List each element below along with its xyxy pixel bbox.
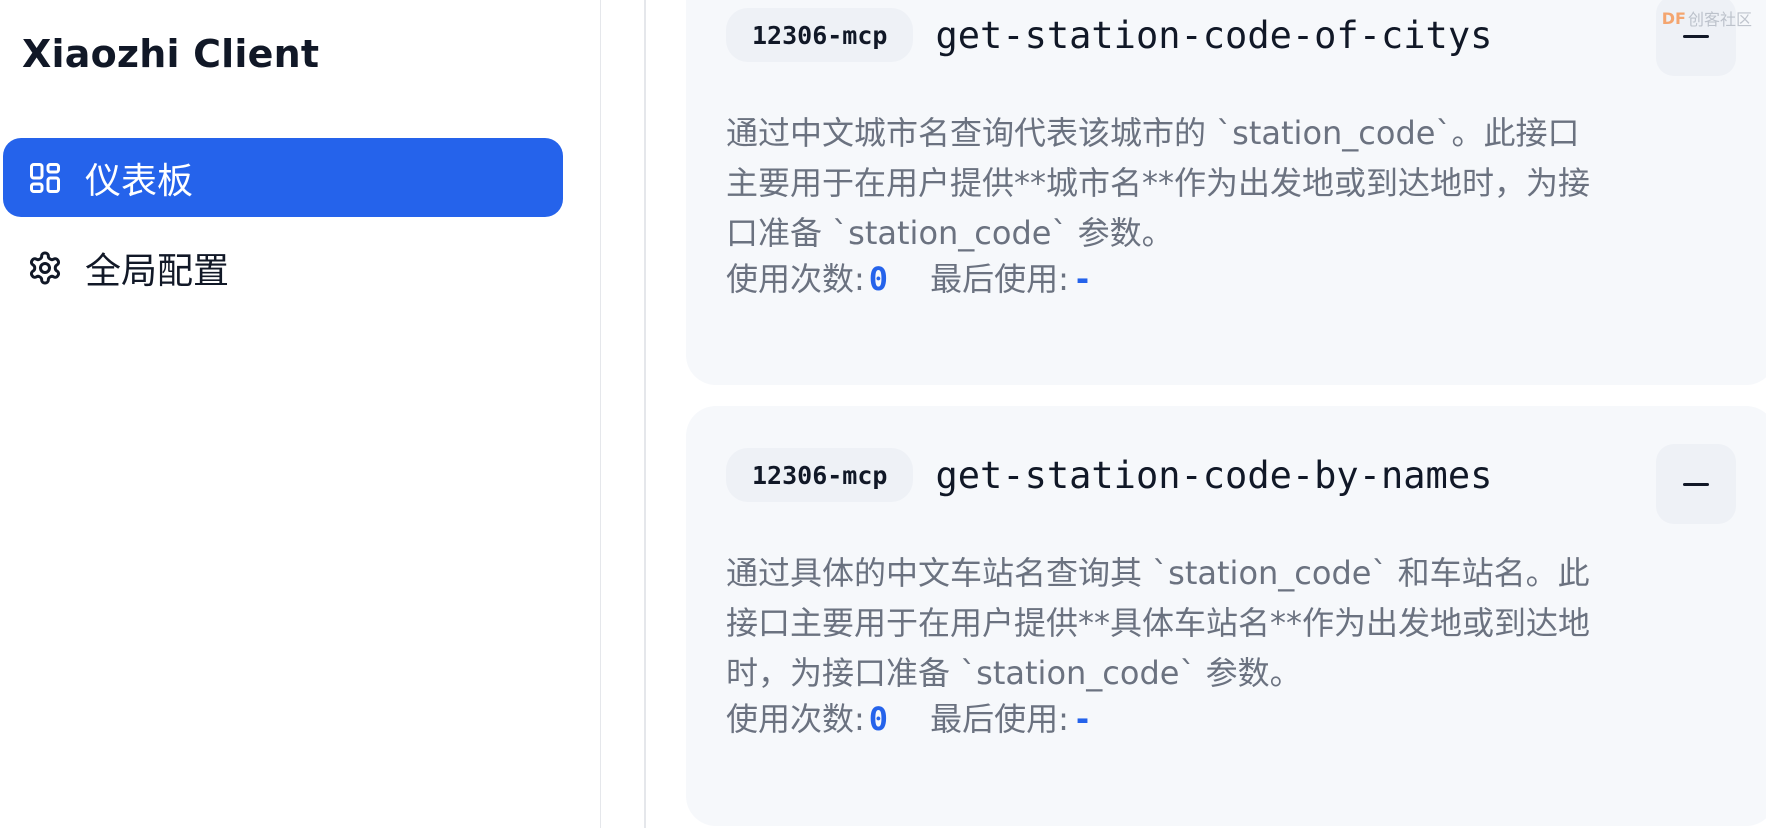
divider	[644, 0, 646, 828]
server-badge: 12306-mcp	[726, 448, 914, 502]
sidebar-item-label: 全局配置	[85, 250, 230, 292]
usage-count: 0	[868, 260, 889, 298]
minus-icon	[1683, 482, 1709, 486]
app-title: Xiaozhi Client	[22, 32, 320, 76]
watermark-text: 创客社区	[1687, 10, 1752, 29]
server-badge: 12306-mcp	[726, 8, 914, 62]
tool-name: get-station-code-of-citys	[935, 13, 1493, 57]
watermark-brand: DF	[1661, 8, 1686, 28]
tool-card: 12306-mcp get-station-code-by-names 通过具体…	[686, 406, 1766, 826]
tool-description: 通过具体的中文车站名查询其 `station_code` 和车站名。此接口主要用…	[726, 554, 1591, 692]
sidebar: Xiaozhi Client 仪表板 全局配置	[0, 0, 601, 828]
watermark: DF 创客社区	[1662, 6, 1752, 30]
sidebar-item-global-config[interactable]: 全局配置	[3, 228, 563, 307]
usage-count: 0	[868, 700, 889, 738]
gear-icon	[25, 248, 65, 288]
usage-label: 使用次数:	[726, 260, 865, 298]
sidebar-item-label: 仪表板	[85, 160, 194, 202]
minus-icon	[1683, 34, 1709, 38]
last-used-label: 最后使用:	[930, 260, 1069, 298]
tool-card: 12306-mcp get-station-code-of-citys 通过中文…	[686, 0, 1766, 385]
last-used-value: -	[1072, 700, 1093, 738]
tool-stats: 使用次数: 0 最后使用: -	[726, 694, 1092, 740]
tool-stats: 使用次数: 0 最后使用: -	[726, 254, 1092, 300]
sidebar-item-dashboard[interactable]: 仪表板	[3, 138, 563, 217]
tool-description: 通过中文城市名查询代表该城市的 `station_code`。此接口主要用于在用…	[726, 114, 1591, 252]
main-content: 12306-mcp get-station-code-of-citys 通过中文…	[602, 0, 1766, 828]
collapse-button[interactable]	[1656, 444, 1736, 524]
last-used-value: -	[1072, 260, 1093, 298]
tool-header: 12306-mcp get-station-code-by-names	[726, 448, 1492, 502]
dashboard-grid-icon	[25, 158, 65, 198]
tool-name: get-station-code-by-names	[935, 453, 1493, 497]
tool-header: 12306-mcp get-station-code-of-citys	[726, 8, 1492, 62]
last-used-label: 最后使用:	[930, 700, 1069, 738]
usage-label: 使用次数:	[726, 700, 865, 738]
